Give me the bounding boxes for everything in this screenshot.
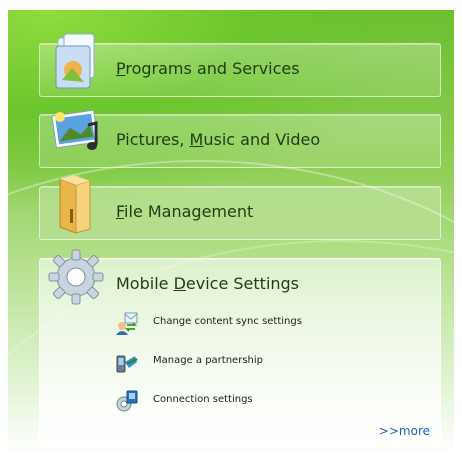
- connection-settings-label: Connection settings: [153, 394, 253, 405]
- connection-settings-icon: [116, 390, 138, 412]
- sync-settings-icon: [116, 312, 138, 335]
- programs-icon: [55, 33, 95, 89]
- programs-and-services-title: Programs and Services: [116, 59, 300, 78]
- mobile-device-settings-title: Mobile Device Settings: [116, 274, 300, 293]
- programs-and-services-panel[interactable]: Programs and Services: [39, 33, 441, 97]
- pictures-music-video-panel[interactable]: Pictures, Music and Video: [39, 109, 441, 168]
- pictures-music-icon: [51, 109, 99, 150]
- more-link[interactable]: >>more: [379, 424, 430, 438]
- pictures-music-video-title: Pictures, Music and Video: [116, 130, 321, 149]
- mobile-device-settings-panel: Mobile Device Settings Change content sy…: [39, 249, 441, 446]
- file-management-title: File Management: [116, 202, 254, 221]
- change-content-sync-settings-label: Change content sync settings: [153, 316, 302, 327]
- manage-a-partnership-label: Manage a partnership: [153, 355, 263, 366]
- file-management-panel[interactable]: File Management: [39, 175, 441, 240]
- background-canvas: Programs and Services Pictures, Music an…: [8, 10, 454, 454]
- folder-icon: [59, 175, 91, 234]
- gear-icon: [48, 249, 104, 305]
- partnership-icon: [116, 355, 138, 373]
